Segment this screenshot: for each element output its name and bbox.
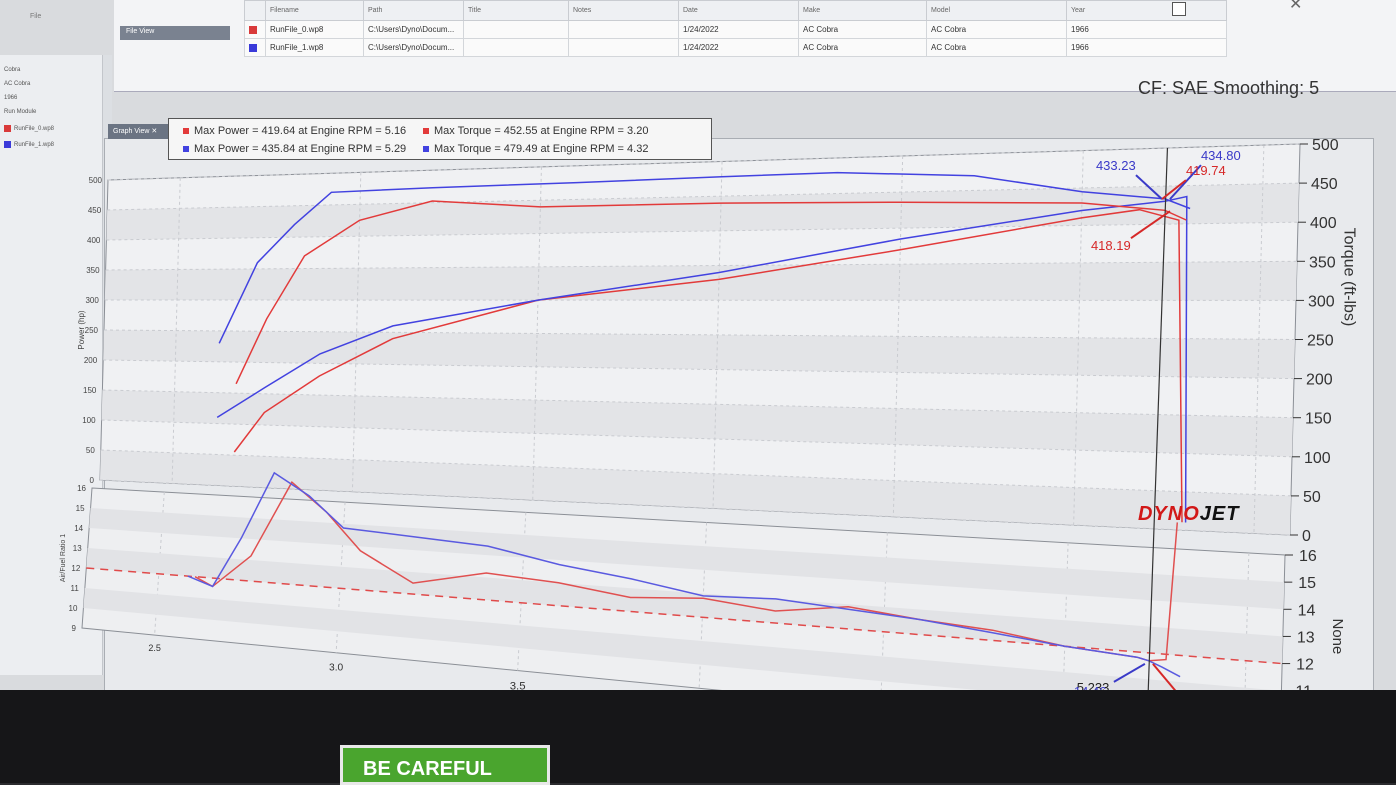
afr-right-tick-label: 16 [1299,548,1317,565]
torque-y-tick-label: 500 [1312,137,1339,154]
red-legend-marker-icon [183,128,189,134]
power-y-tick-label: 100 [82,416,96,425]
annotation-label: 434.80 [1201,148,1241,163]
dynojet-app-window: File Cobra AC Cobra 1966 Run Module RunF… [0,0,1396,700]
legend-entry-blue-torque: Max Torque = 479.49 at Engine RPM = 4.32 [423,143,648,155]
annotation-label: 433.23 [1096,158,1136,173]
power-y-tick-label: 200 [84,356,98,365]
blue-legend-marker-icon [183,146,189,152]
logo-text-jet: JET [1200,503,1240,525]
power-axis-title: Power (hp) [77,310,86,349]
green-sticker: BE CAREFUL [340,745,550,785]
torque-y-tick-label: 0 [1302,528,1311,545]
annotation-label: 418.19 [1091,238,1131,253]
chart-legend: Max Power = 419.64 at Engine RPM = 5.16 … [168,118,712,160]
afr-right-tick-label: 15 [1298,575,1316,592]
afr-axis-title: Air/Fuel Ratio 1 [60,534,67,582]
torque-y-tick-label: 150 [1305,411,1332,428]
power-y-tick-label: 450 [88,206,102,215]
afr-y-tick-label: 11 [71,584,80,593]
torque-y-tick-label: 50 [1303,489,1321,506]
torque-axis-title: Torque (ft-lbs) [1341,228,1358,327]
power-y-tick-label: 300 [85,296,99,305]
afr-y-tick-label: 13 [73,544,82,553]
torque-y-tick-label: 200 [1306,372,1333,389]
afr-y-tick-label: 9 [72,624,77,633]
power-y-tick-label: 50 [86,446,95,455]
afr-y-tick-label: 15 [76,504,85,513]
legend-entry-blue-power: Max Power = 435.84 at Engine RPM = 5.29 [183,143,406,155]
blue-legend-marker-icon [423,146,429,152]
power-y-tick-label: 0 [90,476,95,485]
afr-right-tick-label: 14 [1298,602,1316,619]
red-legend-marker-icon [423,128,429,134]
legend-text: Max Power = 435.84 at Engine RPM = 5.29 [194,143,406,155]
legend-entry-red-power: Max Power = 419.64 at Engine RPM = 5.16 [183,125,406,137]
afr-y-tick-label: 10 [69,604,78,613]
logo-text-dyno: DYNO [1138,503,1200,525]
annotation-label: 419.74 [1186,163,1226,178]
legend-entry-red-torque: Max Torque = 452.55 at Engine RPM = 3.20 [423,125,648,137]
torque-y-tick-label: 250 [1307,333,1334,350]
legend-text: Max Torque = 452.55 at Engine RPM = 3.20 [434,125,648,137]
torque-y-tick-label: 400 [1310,215,1337,232]
torque-y-tick-label: 100 [1304,450,1331,467]
torque-y-tick-label: 300 [1308,293,1335,310]
dynojet-logo-top: DYNOJET [1138,503,1239,526]
torque-y-tick-label: 350 [1309,254,1336,271]
power-y-tick-label: 350 [86,266,100,275]
monitor-bezel [0,690,1396,783]
afr-y-tick-label: 12 [71,564,80,573]
afr-y-tick-label: 16 [77,484,86,493]
afr-right-tick-label: 13 [1297,629,1315,646]
x-tick-label: 2.5 [148,643,161,653]
power-y-tick-label: 150 [83,386,97,395]
afr-right-axis-title: None [1329,618,1346,654]
legend-text: Max Power = 419.64 at Engine RPM = 5.16 [194,125,406,137]
power-y-tick-label: 500 [89,176,103,185]
screen: File Cobra AC Cobra 1966 Run Module RunF… [0,0,1396,783]
power-y-tick-label: 400 [87,236,101,245]
afr-right-tick-label: 12 [1296,657,1314,674]
torque-y-tick-label: 450 [1311,176,1338,193]
legend-text: Max Torque = 479.49 at Engine RPM = 4.32 [434,143,648,155]
power-y-tick-label: 250 [85,326,99,335]
afr-y-tick-label: 14 [74,524,83,533]
x-tick-label: 3.0 [329,662,343,673]
